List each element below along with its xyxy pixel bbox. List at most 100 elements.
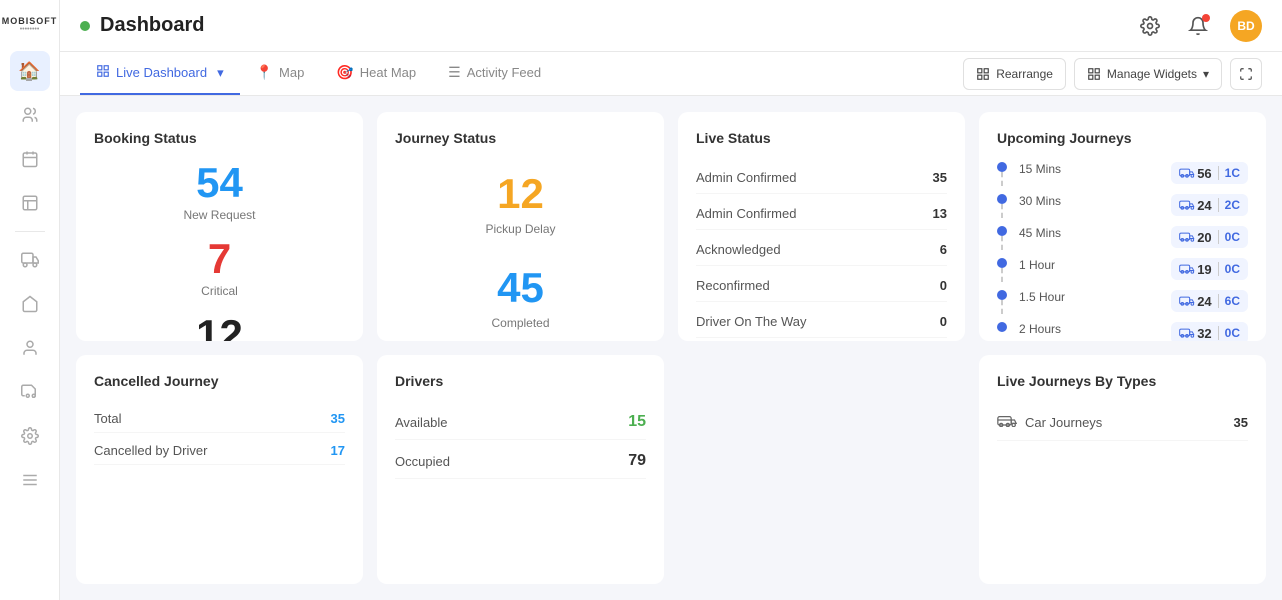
- fullscreen-button[interactable]: [1230, 58, 1262, 90]
- live-dashboard-icon: [96, 64, 110, 81]
- pickup-delay-number: 12: [497, 170, 544, 218]
- tab-heat-map-label: Heat Map: [360, 65, 416, 80]
- cancelled-value-1: 17: [331, 443, 345, 458]
- tab-map-label: Map: [279, 65, 304, 80]
- main-content: Dashboard BD Live Dashboa: [60, 0, 1282, 600]
- journey-badge-4: 246C: [1171, 290, 1248, 312]
- settings-icon[interactable]: [1134, 10, 1166, 42]
- journey-badge-3: 190C: [1171, 258, 1248, 280]
- status-value-2: 6: [940, 242, 947, 257]
- sidebar-item-vehicles[interactable]: [10, 240, 50, 280]
- logo: MOBISOFT ••••••••: [5, 10, 55, 39]
- cancelled-list: Total 35 Cancelled by Driver 17: [94, 405, 345, 465]
- sidebar-item-calendar[interactable]: [10, 139, 50, 179]
- cancelled-row-0: Total 35: [94, 405, 345, 433]
- manage-widgets-button[interactable]: Manage Widgets ▾: [1074, 58, 1222, 90]
- sidebar-divider: [15, 231, 45, 232]
- journey-dot-4: [997, 290, 1007, 300]
- tab-live-dashboard[interactable]: Live Dashboard ▾: [80, 52, 240, 95]
- status-value-1: 13: [933, 206, 947, 221]
- journey-badge-2: 200C: [1171, 226, 1248, 248]
- status-list: Admin Confirmed 35 Admin Confirmed 13 Ac…: [696, 162, 947, 341]
- cancelled-label-0: Total: [94, 411, 121, 426]
- notifications-icon[interactable]: [1182, 10, 1214, 42]
- pickup-delay-label: Pickup Delay: [485, 222, 555, 236]
- journey-row-0: 15 Mins561C: [997, 162, 1248, 186]
- activity-feed-icon: ☰: [448, 64, 461, 81]
- avatar[interactable]: BD: [1230, 10, 1262, 42]
- live-status-card: Live Status Admin Confirmed 35 Admin Con…: [678, 112, 965, 341]
- journey-time-1: 30 Mins: [1019, 194, 1167, 208]
- drivers-card: Drivers Available 15 Occupied 79: [377, 355, 664, 584]
- watch-list-number: 12: [196, 314, 243, 341]
- tab-activity-feed[interactable]: ☰ Activity Feed: [432, 52, 557, 95]
- status-row-1: Admin Confirmed 13: [696, 198, 947, 230]
- critical-label: Critical: [201, 284, 238, 298]
- driver-label-0: Available: [395, 415, 448, 430]
- completed-stat: 45 Completed: [395, 256, 646, 338]
- car-journey-icon: [997, 413, 1017, 432]
- sidebar-item-users[interactable]: [10, 95, 50, 135]
- live-journeys-card: Live Journeys By Types Car Journeys 35: [979, 355, 1266, 584]
- map-icon: 📍: [256, 64, 273, 81]
- tabs-right: Rearrange Manage Widgets ▾: [963, 58, 1262, 90]
- journey-dot-3: [997, 258, 1007, 268]
- header-right: BD: [1134, 10, 1262, 42]
- journey-time-0: 15 Mins: [1019, 162, 1167, 176]
- journey-row-1: 30 Mins242C: [997, 194, 1248, 218]
- new-request-number: 54: [196, 162, 243, 204]
- journey-row-4: 1.5 Hour 246C: [997, 290, 1248, 314]
- journey-status-title: Journey Status: [395, 130, 646, 146]
- status-value-0: 35: [933, 170, 947, 185]
- header-left: Dashboard: [80, 14, 204, 37]
- booking-status-card: Booking Status 54 New Request 7 Critical…: [76, 112, 363, 341]
- tab-dropdown-icon: ▾: [217, 65, 224, 81]
- status-label-0: Admin Confirmed: [696, 170, 796, 185]
- journey-time-2: 45 Mins: [1019, 226, 1167, 240]
- completed-label: Completed: [491, 316, 549, 330]
- tab-live-dashboard-label: Live Dashboard: [116, 65, 207, 80]
- status-label-4: Driver On The Way: [696, 314, 807, 329]
- tab-map[interactable]: 📍 Map: [240, 52, 321, 95]
- sidebar-item-fleet[interactable]: [10, 284, 50, 324]
- upcoming-journeys-title: Upcoming Journeys: [997, 130, 1248, 146]
- journey-dot-0: [997, 162, 1007, 172]
- journey-row-5: 2 Hours320C: [997, 322, 1248, 341]
- new-request-stat: 54 New Request: [94, 162, 345, 222]
- status-row-2: Acknowledged 6: [696, 234, 947, 266]
- completed-number: 45: [497, 264, 544, 312]
- driver-row-1: Occupied 79: [395, 444, 646, 479]
- new-request-label: New Request: [183, 208, 255, 222]
- journey-dot-2: [997, 226, 1007, 236]
- dashboard: Booking Status 54 New Request 7 Critical…: [60, 96, 1282, 600]
- sidebar-item-cars[interactable]: [10, 372, 50, 412]
- sidebar-item-menu[interactable]: [10, 460, 50, 500]
- driver-row-0: Available 15: [395, 405, 646, 440]
- tabs-left: Live Dashboard ▾ 📍 Map 🎯 Heat Map ☰ Acti…: [80, 52, 557, 95]
- status-dot: [80, 21, 90, 31]
- critical-number: 7: [208, 238, 231, 280]
- journey-time-5: 2 Hours: [1019, 322, 1167, 336]
- live-journey-label-0: Car Journeys: [1025, 415, 1102, 430]
- sidebar-item-settings[interactable]: [10, 416, 50, 456]
- sidebar: MOBISOFT •••••••• 🏠: [0, 0, 60, 600]
- header: Dashboard BD: [60, 0, 1282, 52]
- drivers-title: Drivers: [395, 373, 646, 389]
- cancelled-label-1: Cancelled by Driver: [94, 443, 207, 458]
- journey-row-2: 45 Mins 200C: [997, 226, 1248, 250]
- manage-widgets-chevron: ▾: [1203, 67, 1209, 81]
- sidebar-item-home[interactable]: 🏠: [10, 51, 50, 91]
- rearrange-button[interactable]: Rearrange: [963, 58, 1066, 90]
- booking-status-title: Booking Status: [94, 130, 345, 146]
- sidebar-item-reports[interactable]: [10, 183, 50, 223]
- status-value-4: 0: [940, 314, 947, 329]
- live-journey-value-0: 35: [1234, 415, 1248, 430]
- tab-heat-map[interactable]: 🎯 Heat Map: [320, 52, 432, 95]
- journey-time-4: 1.5 Hour: [1019, 290, 1167, 304]
- logo-text: MOBISOFT: [2, 16, 58, 26]
- status-row-4: Driver On The Way 0: [696, 306, 947, 338]
- status-label-3: Reconfirmed: [696, 278, 770, 293]
- sidebar-item-profile[interactable]: [10, 328, 50, 368]
- cancelled-journey-card: Cancelled Journey Total 35 Cancelled by …: [76, 355, 363, 584]
- journey-status-card: Journey Status 12 Pickup Delay 45 Comple…: [377, 112, 664, 341]
